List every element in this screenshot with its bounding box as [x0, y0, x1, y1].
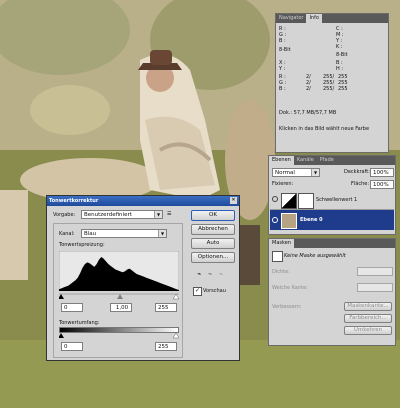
fill-label: Fläche: — [351, 181, 370, 187]
preset-menu-icon[interactable]: ☰ — [167, 211, 171, 217]
channel-select[interactable]: Blau ▼ — [81, 229, 167, 238]
cmyk-readout-1: C : M : Y : K : — [336, 26, 344, 50]
fill-field[interactable]: 100% — [370, 180, 394, 189]
adjustment-thumbnail — [281, 193, 297, 209]
opacity-label: Deckkraft: — [344, 169, 370, 175]
preset-select[interactable]: Benutzerdefiniert ▼ — [81, 210, 163, 219]
doc-size: Dok.: 57,7 MB/57,7 MB — [279, 110, 337, 116]
white-eyedropper-icon[interactable]: ⌁ — [219, 270, 228, 278]
output-white-field[interactable]: 255 — [155, 342, 177, 351]
feather-label: Weiche Kante: — [272, 285, 308, 291]
output-levels-label: Tonwertumfang: — [59, 320, 100, 326]
mask-edge-button[interactable]: Maskenkante... — [344, 302, 392, 311]
feather-field — [357, 283, 393, 292]
rgb2-values-a: 2/ 2/ 2/ — [306, 74, 311, 92]
gray-eyedropper-icon[interactable]: ⌁ — [208, 270, 217, 278]
layers-panel-tabbar: Ebenen Kanäle Pfade — [269, 156, 395, 165]
ok-button[interactable]: OK — [191, 210, 235, 221]
tab-navigator[interactable]: Navigator — [276, 14, 306, 23]
channel-value: Blau — [84, 231, 97, 237]
masks-panel: Masken Keine Maske ausgewählt Dichte: We… — [268, 238, 396, 346]
output-black-handle — [59, 333, 64, 338]
eye-icon[interactable] — [272, 196, 278, 202]
eyedropper-tools: ⌁ ⌁ ⌁ — [197, 270, 228, 278]
input-slider[interactable] — [59, 292, 179, 300]
color-range-button[interactable]: Farbbereich... — [344, 314, 392, 323]
rgb-readout-1: R : G : B : — [279, 26, 286, 44]
cancel-button[interactable]: Abbrechen — [191, 224, 235, 235]
masks-panel-tabbar: Masken — [269, 239, 395, 248]
layer-row-ebene0[interactable]: Ebene 0 — [270, 210, 394, 230]
mask-preview — [272, 251, 283, 262]
input-white-field[interactable]: 255 — [155, 303, 177, 312]
layer-row-threshold[interactable]: Schwellenwert 1 — [270, 191, 394, 210]
rgb-readout-2: R : G : B : — [279, 74, 286, 92]
preview-checkbox[interactable]: ✓ — [193, 287, 202, 296]
k-label: K : — [336, 44, 343, 50]
chevron-down-icon: ▼ — [311, 169, 319, 176]
close-icon[interactable]: ✕ — [230, 197, 237, 204]
chevron-down-icon: ▼ — [158, 230, 166, 237]
chevron-down-icon: ▼ — [154, 211, 162, 218]
histogram — [59, 251, 179, 291]
black-eyedropper-icon[interactable]: ⌁ — [197, 270, 206, 278]
levels-titlebar[interactable]: Tonwertkorrektur ✕ — [47, 196, 239, 206]
invert-button[interactable]: Umkehren — [344, 326, 392, 335]
output-black-field[interactable]: 0 — [61, 342, 83, 351]
b2-c: 255 — [338, 86, 348, 92]
density-field — [357, 267, 393, 276]
b2-b: 255/ — [323, 86, 335, 92]
y-coord-label: Y : — [279, 66, 286, 72]
levels-title: Tonwertkorrektur — [49, 198, 99, 204]
opacity-field[interactable]: 100% — [370, 168, 394, 177]
info-panel: Navigator Info R : G : B : C : M : Y : K … — [275, 13, 389, 153]
xy-readout: X : Y : — [279, 60, 286, 72]
input-levels-label: Tonwertspreizung: — [59, 242, 105, 248]
blend-mode-value: Normal — [275, 170, 295, 176]
white-point-handle — [172, 293, 179, 300]
black-point-handle — [59, 294, 64, 299]
b-label: B : — [279, 38, 286, 44]
b2-a: 2/ — [306, 86, 311, 92]
output-white-handle — [172, 333, 179, 339]
output-slider[interactable] — [59, 333, 179, 339]
blend-mode-select[interactable]: Normal ▼ — [272, 168, 320, 177]
input-black-field[interactable]: 0 — [61, 303, 83, 312]
info-hint: Klicken in das Bild wählt neue Farbe — [279, 126, 370, 132]
preset-label: Vorgabe: — [53, 212, 76, 218]
tab-info[interactable]: Info — [306, 14, 322, 23]
no-mask-label: Keine Maske ausgewählt — [284, 253, 346, 259]
layer-name-threshold: Schwellenwert 1 — [316, 197, 358, 203]
preset-value: Benutzerdefiniert — [84, 212, 132, 218]
levels-dialog: Tonwertkorrektur ✕ Vorgabe: Benutzerdefi… — [46, 195, 240, 361]
gamma-handle — [117, 294, 123, 299]
mask-thumbnail — [298, 193, 314, 209]
refine-label: Verbessern: — [272, 304, 302, 310]
tab-channels[interactable]: Kanäle — [294, 156, 317, 165]
tab-masks[interactable]: Masken — [269, 239, 294, 248]
lock-label: Fixieren: — [272, 181, 294, 187]
channel-label: Kanal: — [59, 231, 75, 237]
b2-label: B : — [279, 86, 286, 92]
rgb2-values-c: 255 255 255 — [338, 74, 348, 92]
tab-layers[interactable]: Ebenen — [269, 156, 294, 165]
info-panel-tabbar: Navigator Info — [276, 14, 388, 23]
tab-paths[interactable]: Pfade — [317, 156, 337, 165]
preview-label: Vorschau — [203, 288, 226, 294]
bit-depth-right: 8-Bit — [336, 52, 348, 58]
wh-readout: B : H : — [336, 60, 343, 72]
density-label: Dichte: — [272, 269, 290, 275]
input-gamma-field[interactable]: 1,00 — [110, 303, 132, 312]
bit-depth-left: 8-Bit — [279, 47, 291, 53]
rgb2-values-b: 255/ 255/ 255/ — [323, 74, 334, 92]
eye-icon[interactable] — [272, 217, 278, 223]
options-button[interactable]: Optionen... — [191, 252, 235, 263]
h-label: H : — [336, 66, 344, 72]
layer-name-ebene0: Ebene 0 — [300, 217, 323, 223]
layers-panel: Ebenen Kanäle Pfade Normal ▼ Deckkraft: 100… — [268, 155, 396, 235]
layer-thumbnail — [281, 213, 297, 229]
auto-button[interactable]: Auto — [191, 238, 235, 249]
